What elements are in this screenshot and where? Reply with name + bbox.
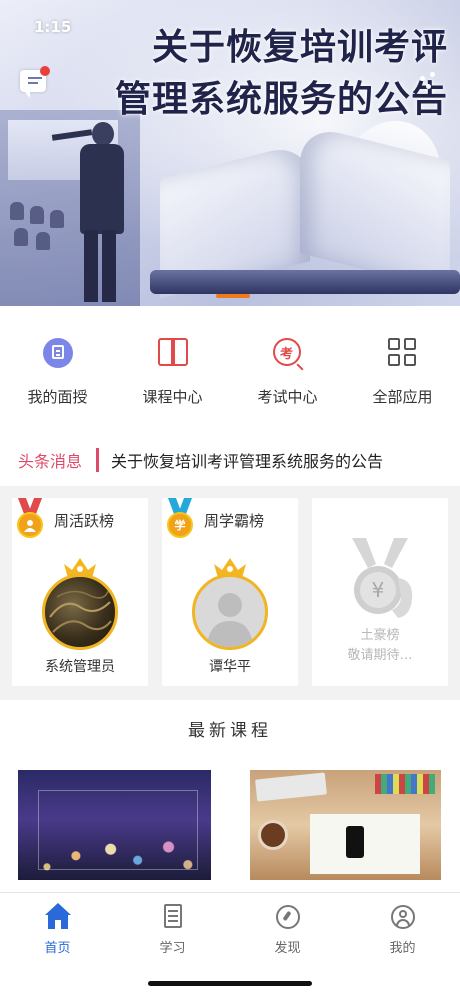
rich-ranking-subtitle: 敬请期待… — [347, 648, 413, 663]
tab-study[interactable]: 学习 — [115, 903, 230, 956]
banner-page-indicator[interactable] — [216, 294, 250, 298]
headline-news-bar[interactable]: 头条消息 关于恢复培训考评管理系统服务的公告 — [0, 440, 460, 480]
exam-icon: 考 — [271, 336, 305, 371]
weekly-study-ranking-card[interactable]: 学 周学霸榜 谭华平 — [162, 498, 298, 686]
banner-open-book-image — [150, 107, 460, 306]
tab-label: 发现 — [274, 941, 301, 956]
ranking-section: 周活跃榜 系统管理员 学 周学霸榜 谭华平 ¥ 土豪榜 敬请期待… — [0, 486, 460, 700]
quick-nav-label: 全部应用 — [372, 388, 433, 406]
study-icon — [159, 903, 187, 931]
quick-nav-label: 考试中心 — [257, 388, 318, 406]
gold-medal-icon — [17, 512, 43, 538]
ranking-user-name: 系统管理员 — [45, 659, 115, 675]
rich-ranking-title: 土豪榜 — [360, 628, 400, 643]
ranking-user-name: 谭华平 — [209, 659, 251, 675]
ranking-title: 周活跃榜 — [54, 512, 115, 530]
home-icon — [44, 903, 72, 931]
headline-news-text[interactable]: 关于恢复培训考评管理系统服务的公告 — [111, 448, 383, 472]
discover-icon — [274, 903, 302, 931]
tab-label: 我的 — [389, 941, 416, 956]
quick-nav-label: 课程中心 — [142, 388, 203, 406]
top-banner[interactable]: 关于恢复培训考评 管理系统服务的公告 1:15 — [0, 0, 460, 306]
headline-divider — [96, 448, 100, 472]
profile-icon — [389, 903, 417, 931]
headline-news-tag: 头条消息 — [18, 452, 83, 471]
open-book-icon — [156, 336, 190, 370]
quick-nav-exam-center[interactable]: 考 考试中心 — [230, 306, 345, 418]
banner-headline-line2: 管理系统服务的公告 — [114, 78, 448, 119]
tab-home[interactable]: 首页 — [0, 903, 115, 956]
course-card-thumbnail[interactable] — [18, 770, 211, 880]
status-time: 1:15 — [34, 18, 72, 36]
tab-label: 学习 — [159, 941, 186, 956]
quick-nav-course-center[interactable]: 课程中心 — [115, 306, 230, 418]
home-indicator[interactable] — [148, 981, 312, 986]
quick-nav: 我的面授 课程中心 考 考试中心 全部应用 — [0, 306, 460, 418]
coin-medal-icon: ¥ — [352, 538, 413, 618]
study-medal-icon: 学 — [167, 512, 193, 538]
tab-label: 首页 — [44, 941, 71, 956]
quick-nav-label: 我的面授 — [27, 388, 88, 406]
banner-headline-line1: 关于恢复培训考评 — [151, 26, 448, 67]
course-card-thumbnail[interactable] — [250, 770, 441, 880]
interview-doc-icon — [41, 336, 75, 370]
grid-apps-icon — [386, 336, 420, 370]
rich-ranking-card[interactable]: ¥ 土豪榜 敬请期待… — [312, 498, 448, 686]
avatar[interactable] — [192, 574, 268, 650]
latest-courses-title: 最新课程 — [188, 721, 272, 741]
status-indicator-icon — [416, 72, 444, 100]
message-button[interactable] — [18, 66, 50, 98]
unread-badge — [40, 66, 50, 76]
svg-text:¥: ¥ — [372, 578, 385, 602]
tab-discover[interactable]: 发现 — [230, 903, 345, 956]
quick-nav-my-interview[interactable]: 我的面授 — [0, 306, 115, 418]
weekly-active-ranking-card[interactable]: 周活跃榜 系统管理员 — [12, 498, 148, 686]
tab-profile[interactable]: 我的 — [345, 903, 460, 956]
banner-presenter-figure — [51, 122, 134, 306]
avatar[interactable] — [42, 574, 118, 650]
ranking-title: 周学霸榜 — [204, 512, 265, 530]
quick-nav-all-apps[interactable]: 全部应用 — [345, 306, 460, 418]
